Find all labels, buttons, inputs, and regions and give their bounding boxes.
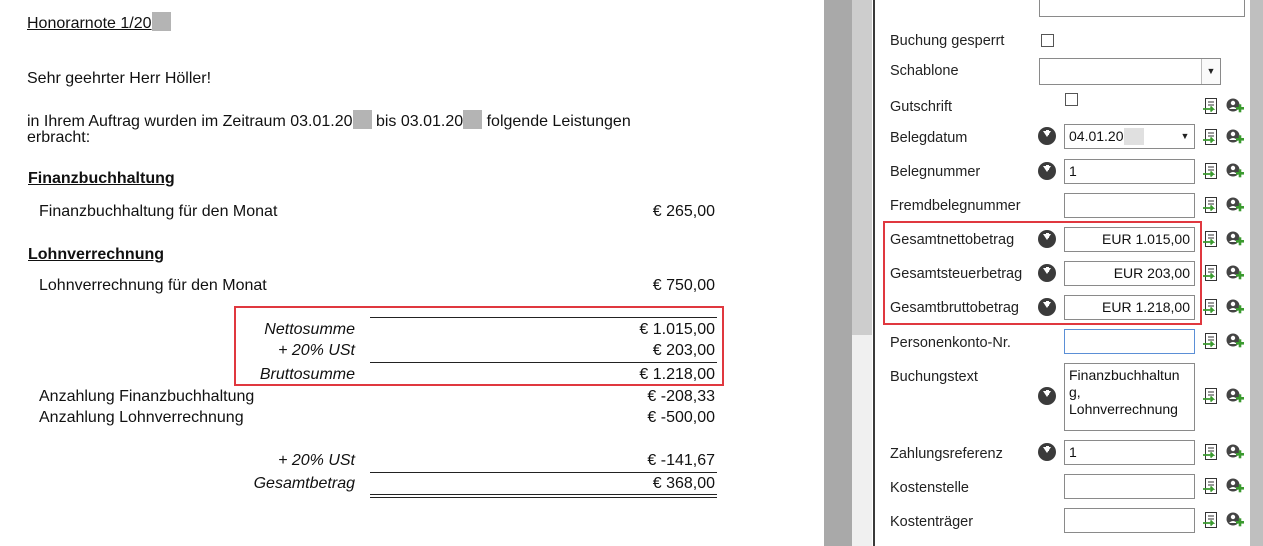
label-kostentraeger: Kostenträger	[890, 514, 974, 530]
input-kostentraeger[interactable]	[1064, 508, 1195, 533]
person-plus-icon[interactable]	[1226, 443, 1244, 461]
deduction-amount: € -500,00	[647, 409, 715, 426]
checkbox-buchung-gesperrt[interactable]	[1041, 34, 1054, 47]
download-arrow-icon[interactable]	[1038, 162, 1056, 180]
document-assign-icon[interactable]	[1202, 443, 1220, 461]
textarea-buchungstext[interactable]: Finanzbuchhaltun g, Lohnverrechnung	[1064, 363, 1195, 431]
line-item: Finanzbuchhaltung für den Monat	[39, 203, 278, 220]
document-assign-icon[interactable]	[1202, 332, 1220, 350]
line-item-amount: € 265,00	[652, 203, 715, 220]
person-plus-icon[interactable]	[1226, 128, 1244, 146]
highlight-box-totals	[234, 306, 724, 386]
intro-text: in Ihrem Auftrag wurden im Zeitraum 03.0…	[27, 110, 631, 131]
document-assign-icon[interactable]	[1202, 128, 1220, 146]
person-plus-icon[interactable]	[1226, 264, 1244, 282]
document-title: Honorarnote 1/20	[27, 12, 171, 33]
person-plus-icon[interactable]	[1226, 511, 1244, 529]
select-schablone[interactable]: ▼	[1039, 58, 1221, 85]
download-arrow-icon[interactable]	[1038, 127, 1056, 145]
line-item-amount: € 750,00	[652, 277, 715, 294]
deduction-label: Anzahlung Finanzbuchhaltung	[39, 388, 255, 405]
document-assign-icon[interactable]	[1202, 196, 1220, 214]
deduction-amount: € -208,33	[647, 388, 715, 405]
person-plus-icon[interactable]	[1226, 97, 1244, 115]
line-item: Lohnverrechnung für den Monat	[39, 277, 267, 294]
salutation: Sehr geehrter Herr Höller!	[27, 70, 212, 87]
input-belegnummer[interactable]: 1	[1064, 159, 1195, 184]
redaction-block	[151, 12, 171, 31]
label-buchungstext: Buchungstext	[890, 369, 978, 385]
panel-gutter	[824, 0, 852, 546]
redaction-block	[463, 110, 483, 129]
invoice-document: Honorarnote 1/20 Sehr geehrter Herr Höll…	[0, 0, 824, 546]
label-buchung-gesperrt: Buchung gesperrt	[890, 33, 1005, 49]
double-underline	[370, 494, 717, 495]
person-plus-icon[interactable]	[1226, 332, 1244, 350]
person-plus-icon[interactable]	[1226, 230, 1244, 248]
redaction-block	[352, 110, 372, 129]
label-zahlungsreferenz: Zahlungsreferenz	[890, 446, 1003, 462]
final-amount-gesamt: € 368,00	[652, 475, 715, 492]
scrollbar-thumb[interactable]	[852, 0, 872, 335]
download-arrow-icon[interactable]	[1038, 387, 1056, 405]
label-fremdbelegnummer: Fremdbelegnummer	[890, 198, 1021, 214]
download-arrow-icon[interactable]	[1038, 443, 1056, 461]
input-zahlungsreferenz[interactable]: 1	[1064, 440, 1195, 465]
person-plus-icon[interactable]	[1226, 298, 1244, 316]
label-schablone: Schablone	[890, 63, 959, 79]
final-amount-ust: € -141,67	[647, 452, 715, 469]
divider-line	[370, 472, 717, 473]
document-assign-icon[interactable]	[1202, 298, 1220, 316]
section-heading-finanzbuchhaltung: Finanzbuchhaltung	[28, 170, 175, 187]
person-plus-icon[interactable]	[1226, 387, 1244, 405]
person-plus-icon[interactable]	[1226, 477, 1244, 495]
input-personenkonto[interactable]	[1064, 329, 1195, 354]
person-plus-icon[interactable]	[1226, 162, 1244, 180]
document-assign-icon[interactable]	[1202, 97, 1220, 115]
document-assign-icon[interactable]	[1202, 264, 1220, 282]
input-kostenstelle[interactable]	[1064, 474, 1195, 499]
document-assign-icon[interactable]	[1202, 477, 1220, 495]
label-kostenstelle: Kostenstelle	[890, 480, 969, 496]
document-assign-icon[interactable]	[1202, 230, 1220, 248]
document-assign-icon[interactable]	[1202, 387, 1220, 405]
deduction-label: Anzahlung Lohnverrechnung	[39, 409, 244, 426]
label-personenkonto: Personenkonto-Nr.	[890, 335, 1011, 351]
highlight-box-amounts	[883, 221, 1202, 325]
section-heading-lohnverrechnung: Lohnverrechnung	[28, 246, 165, 263]
label-belegdatum: Belegdatum	[890, 130, 968, 146]
double-underline	[370, 497, 717, 498]
chevron-down-icon[interactable]: ▼	[1201, 59, 1220, 84]
intro-text-line2: erbracht:	[27, 129, 91, 146]
final-label-gesamt: Gesamtbetrag	[253, 475, 355, 492]
checkbox-gutschrift[interactable]	[1065, 93, 1078, 106]
label-belegnummer: Belegnummer	[890, 164, 981, 180]
document-assign-icon[interactable]	[1202, 511, 1220, 529]
chevron-down-icon[interactable]: ▼	[1176, 125, 1194, 148]
label-gutschrift: Gutschrift	[890, 99, 953, 115]
person-plus-icon[interactable]	[1226, 196, 1244, 214]
input-fremdbelegnummer[interactable]	[1064, 193, 1195, 218]
top-partial-field[interactable]	[1039, 0, 1245, 17]
redaction-block	[1123, 128, 1144, 145]
final-label-ust: + 20% USt	[278, 452, 355, 469]
document-assign-icon[interactable]	[1202, 162, 1220, 180]
right-scrollbar[interactable]	[1250, 0, 1263, 546]
date-field-belegdatum[interactable]: 04.01.20 ▼	[1064, 124, 1195, 149]
